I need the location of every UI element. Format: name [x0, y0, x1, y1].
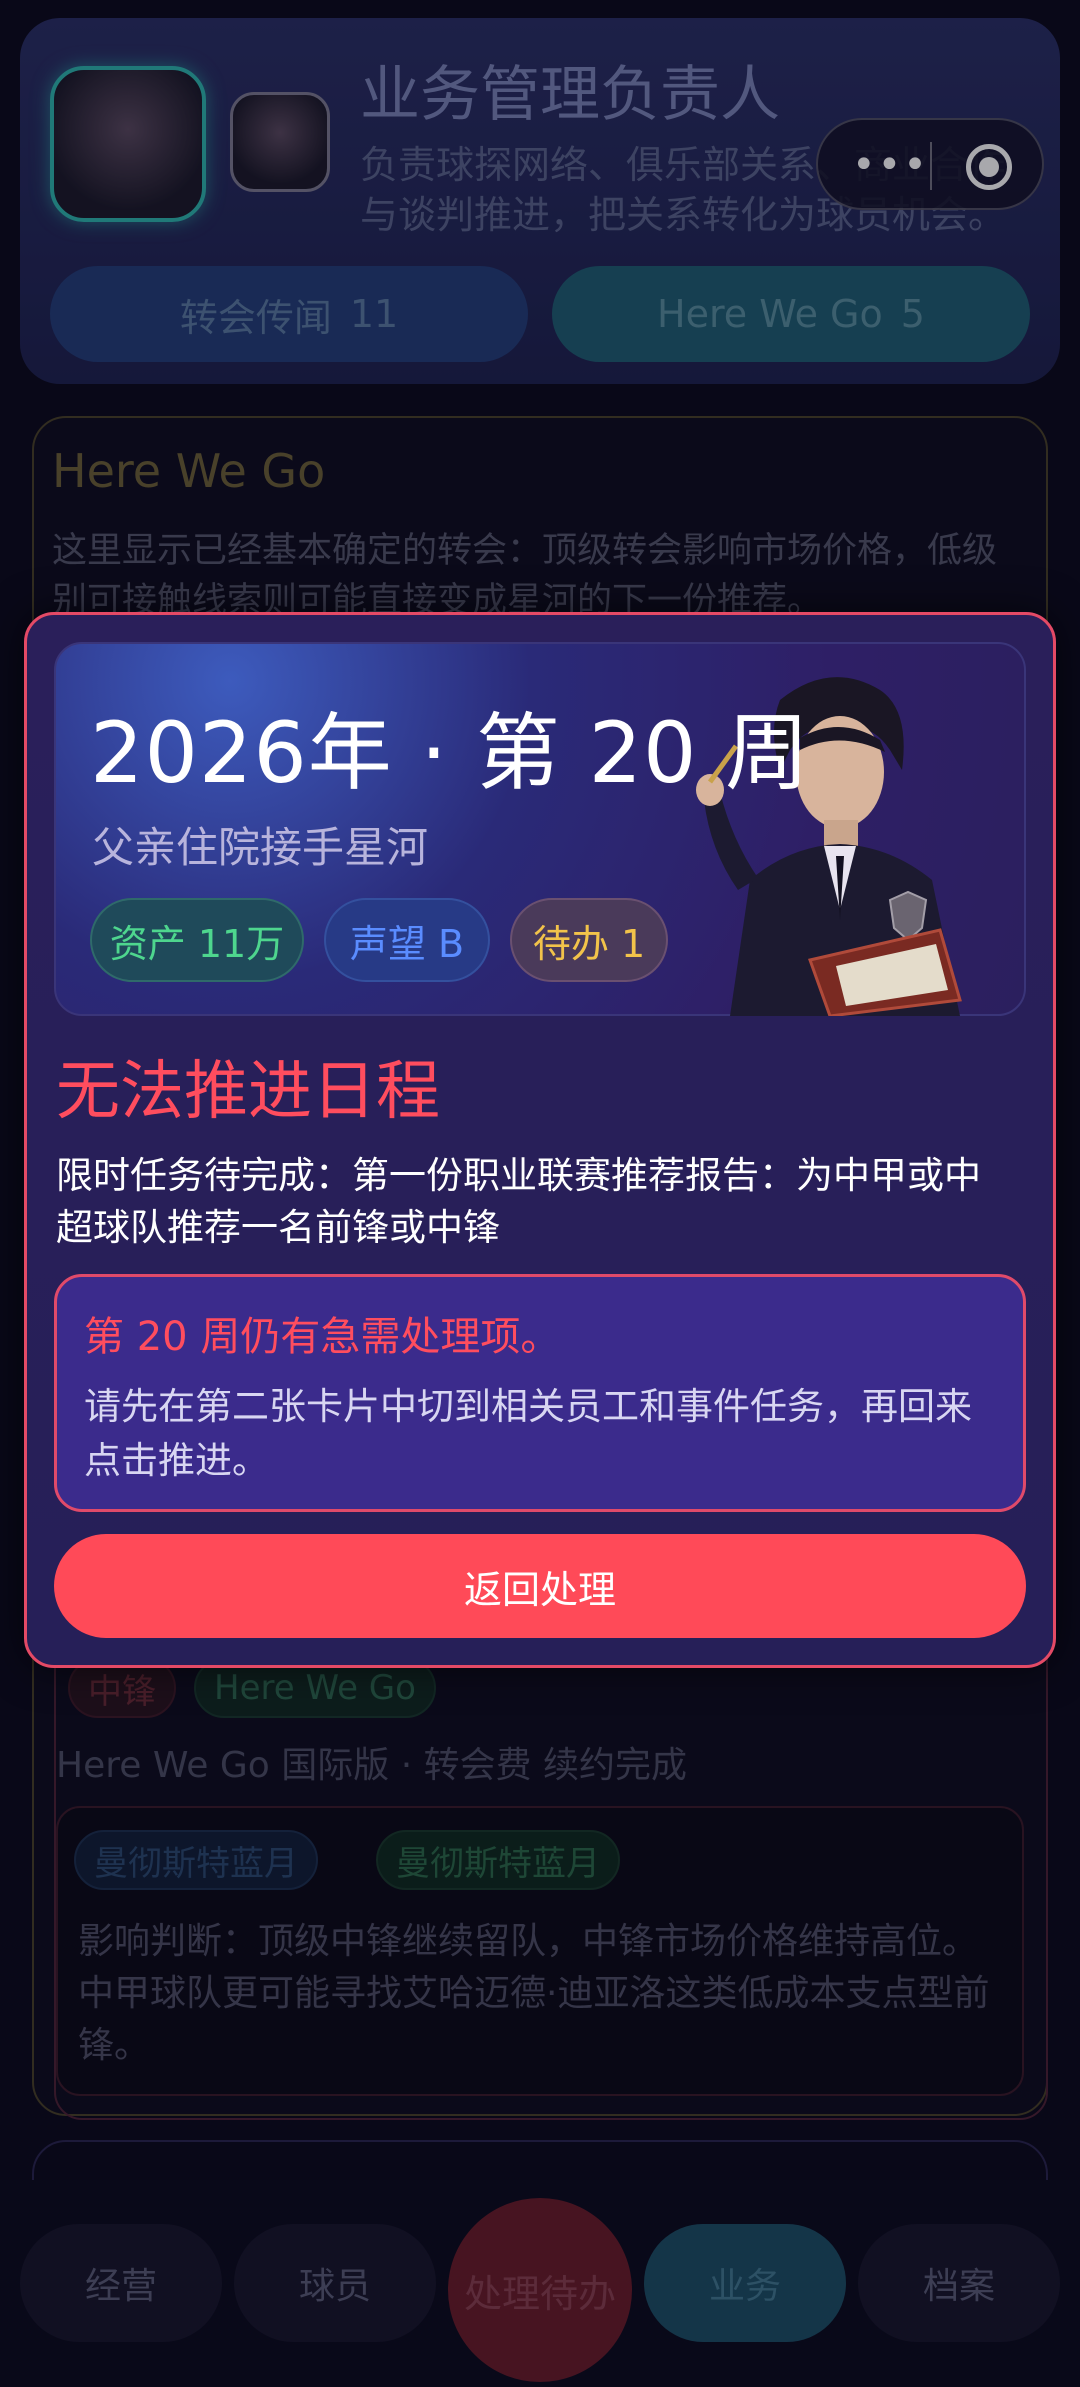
modal-heading: 无法推进日程 — [56, 1055, 440, 1129]
week-subtitle: 父亲住院接手星河 — [92, 823, 429, 872]
return-to-handle-button[interactable]: 返回处理 — [54, 1534, 1026, 1638]
alert-body: 请先在第二张卡片中切到相关员工和事件任务，再回来点击推进。 — [84, 1385, 972, 1482]
reputation-chip: 声望 B — [324, 898, 490, 982]
modal-message: 限时任务待完成：第一份职业联赛推荐报告：为中甲或中超球队推荐一名前锋或中锋 — [56, 1154, 981, 1249]
asset-chip: 资产 11万 — [90, 898, 304, 982]
alert-title: 第 20 周仍有急需处理项。 — [84, 1314, 561, 1360]
todo-chip: 待办 1 — [510, 898, 668, 982]
week-title: 2026年 · 第 20 周 — [90, 704, 811, 802]
